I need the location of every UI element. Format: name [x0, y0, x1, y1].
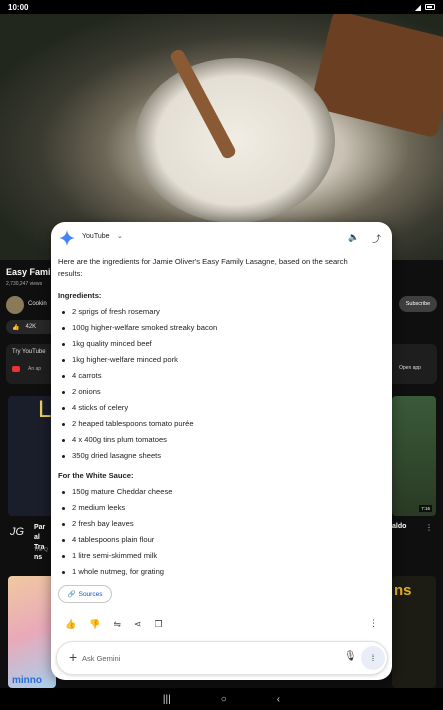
ingredients-list: 2 sprigs of fresh rosemary 100g higher-w… [58, 304, 378, 464]
list-item: 1 litre semi-skimmed milk [58, 548, 378, 564]
ask-gemini-input[interactable]: + Ask Gemini 🎙 ⁞ [56, 641, 388, 675]
white-sauce-heading: For the White Sauce: [58, 471, 134, 480]
open-app-link[interactable]: Open app [399, 365, 421, 371]
video-card-channel: The Q [34, 547, 48, 553]
speaker-icon[interactable]: 🔈 [348, 232, 359, 243]
waveform-icon: ⁞ [371, 653, 375, 663]
source-app-name[interactable]: YouTube [82, 233, 110, 240]
link-icon: 🔗 [67, 591, 76, 598]
gemini-header: YouTube ⌄ 🔈 ⤴ [51, 222, 392, 254]
thumbs-up-icon[interactable]: 👍 [65, 619, 76, 630]
youtube-logo-icon [12, 366, 20, 372]
microphone-icon[interactable]: 🎙 [344, 651, 357, 662]
gemini-response: Here are the ingredients for Jamie Olive… [58, 256, 378, 580]
video-views: 2,730,247 views [6, 281, 43, 287]
list-item: 1kg higher-welfare minced pork [58, 352, 378, 368]
thumbnail-text: ns [394, 582, 412, 599]
video-thumbnail[interactable]: 7:16 [392, 396, 436, 516]
ask-gemini-placeholder[interactable]: Ask Gemini [82, 654, 120, 663]
gemini-live-button[interactable]: ⁞ [361, 646, 385, 670]
copy-icon[interactable]: ❐ [155, 619, 163, 630]
list-item: 4 sticks of celery [58, 400, 378, 416]
try-youtube-subtitle: An ap [28, 366, 42, 372]
video-thumbnail[interactable]: ns [392, 576, 436, 688]
list-item: 2 heaped tablespoons tomato purée [58, 416, 378, 432]
chevron-down-icon[interactable]: ⌄ [117, 232, 123, 240]
modify-response-icon[interactable]: ⇋ [113, 619, 121, 630]
list-item: 2 sprigs of fresh rosemary [58, 304, 378, 320]
response-actions: 👍 👎 ⇋ ⋖ ❐ [65, 619, 163, 630]
thumbnail-text: minno [12, 675, 42, 686]
gemini-overlay: YouTube ⌄ 🔈 ⤴ Here are the ingredients f… [51, 222, 392, 680]
thumbnail-art: L [38, 396, 52, 423]
thumbs-down-icon[interactable]: 👎 [89, 619, 100, 630]
list-item: 2 onions [58, 384, 378, 400]
navigation-bar: ||| ○ ‹ [0, 688, 443, 710]
channel-avatar[interactable] [6, 296, 24, 314]
plus-icon[interactable]: + [69, 649, 77, 665]
thumbs-up-icon: 👍 [12, 324, 20, 331]
list-item: 4 tablespoons plain flour [58, 532, 378, 548]
ingredients-heading: Ingredients: [58, 291, 102, 300]
recents-icon[interactable]: ||| [163, 694, 171, 705]
list-item: 1 whole nutmeg, for grating [58, 564, 378, 580]
video-thumbnail[interactable]: minno [8, 576, 56, 688]
subscribe-button[interactable]: Subscribe [399, 296, 437, 312]
video-duration: 7:16 [419, 505, 432, 512]
list-item: 2 fresh bay leaves [58, 516, 378, 532]
list-item: 150g mature Cheddar cheese [58, 484, 378, 500]
battery-icon [425, 4, 435, 10]
pan-visual [135, 58, 335, 223]
gemini-sparkle-icon [59, 230, 75, 246]
video-card-title[interactable]: aldo [392, 523, 406, 530]
home-icon[interactable]: ○ [221, 694, 227, 705]
list-item: 100g higher-welfare smoked streaky bacon [58, 320, 378, 336]
try-youtube-title: Try YouTube [12, 349, 46, 355]
list-item: 350g dried lasagne sheets [58, 448, 378, 464]
status-time: 10:00 [8, 2, 29, 12]
list-item: 2 medium leeks [58, 500, 378, 516]
sources-button[interactable]: 🔗 Sources [58, 585, 112, 603]
list-item: 4 x 400g tins plum tomatoes [58, 432, 378, 448]
signal-icon: ◢ [414, 2, 421, 12]
response-intro: Here are the ingredients for Jamie Olive… [58, 257, 348, 278]
like-count: 42K [25, 324, 37, 330]
channel-name[interactable]: Cookin [28, 301, 47, 307]
more-options-icon[interactable]: ⋮ [369, 618, 378, 629]
sources-label: Sources [78, 590, 103, 598]
white-sauce-list: 150g mature Cheddar cheese 2 medium leek… [58, 484, 378, 580]
list-item: 4 carrots [58, 368, 378, 384]
video-card-title[interactable]: Paral Trans [34, 523, 48, 563]
more-options-icon[interactable]: ⋮ [425, 523, 433, 532]
back-icon[interactable]: ‹ [277, 694, 280, 705]
share-icon[interactable]: ⋖ [134, 619, 142, 630]
status-bar: 10:00 ◢ [0, 0, 443, 14]
video-thumbnail[interactable]: L [8, 396, 56, 516]
status-icons: ◢ [415, 3, 435, 12]
channel-initials: JG [10, 526, 25, 538]
list-item: 1kg quality minced beef [58, 336, 378, 352]
open-external-icon[interactable]: ⤴ [372, 232, 381, 245]
